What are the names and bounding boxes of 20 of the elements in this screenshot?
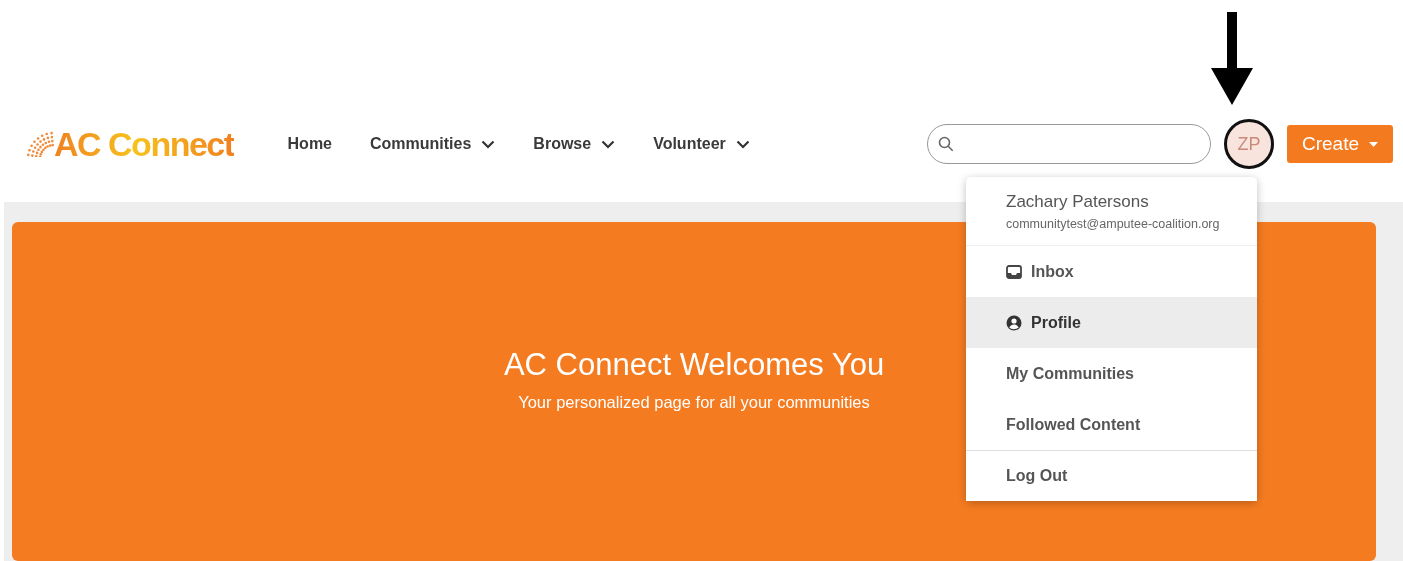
chevron-down-icon [735, 139, 750, 149]
nav-link[interactable]: Communities [370, 132, 496, 156]
nav-link[interactable]: Volunteer [653, 132, 750, 156]
nav-link[interactable]: Browse [533, 132, 616, 156]
menu-item[interactable]: Followed Content [966, 399, 1257, 451]
hero-title: AC Connect Welcomes You [503, 348, 885, 383]
caret-icon [1369, 141, 1378, 147]
inbox-icon [1006, 264, 1022, 279]
menu-item[interactable]: Profile [966, 297, 1257, 349]
menu-item[interactable]: Log Out [966, 450, 1257, 502]
menu-item[interactable]: My Communities [966, 348, 1257, 400]
hero-subtitle: Your personalized page for all your communities [518, 392, 870, 414]
nav-link[interactable]: Home [287, 132, 332, 156]
menu-item[interactable]: Inbox [966, 246, 1257, 298]
chevron-down-icon [601, 139, 616, 149]
search-icon [937, 136, 954, 152]
user-circle-icon [1006, 314, 1022, 331]
user-email: communitytest@amputee-coalition.org [1006, 215, 1221, 233]
chevron-down-icon [481, 139, 496, 149]
user-name: Zachary Patersons [1006, 191, 1150, 213]
